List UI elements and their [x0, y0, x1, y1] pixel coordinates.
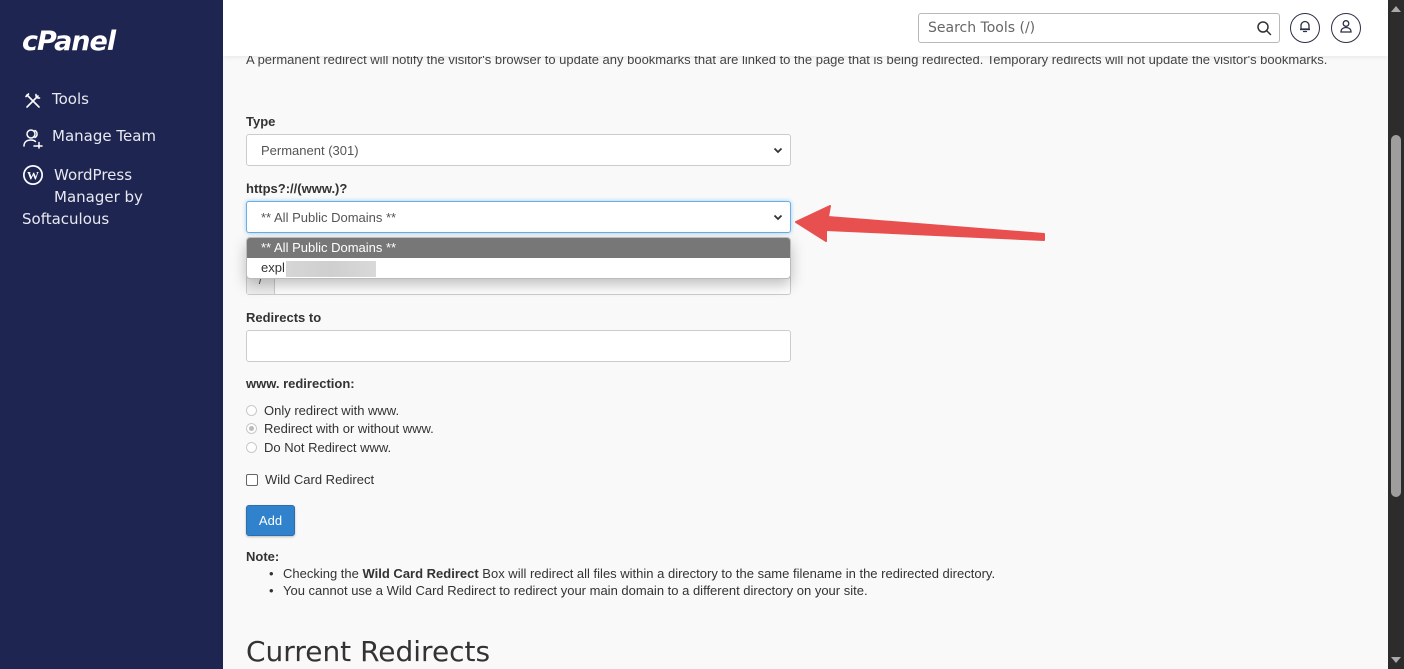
domain-option-label: expl — [261, 260, 285, 275]
domain-option[interactable]: expl — [247, 258, 790, 278]
sidebar-item-tools[interactable]: Tools — [22, 90, 89, 112]
scroll-down-arrow-icon[interactable] — [1391, 657, 1401, 663]
radio-label: Only redirect with www. — [264, 403, 400, 418]
wordpress-icon: W — [22, 164, 44, 186]
user-menu-button[interactable] — [1331, 13, 1361, 43]
type-label: Type — [246, 114, 276, 129]
wildcard-redirect-option[interactable]: Wild Card Redirect — [246, 472, 374, 487]
sidebar-item-label: Tools — [52, 90, 89, 108]
radio-label: Do Not Redirect www. — [264, 440, 392, 455]
search-tools-input[interactable] — [919, 14, 1249, 42]
wildcard-redirect-checkbox[interactable] — [246, 473, 258, 486]
redirects-to-input[interactable] — [246, 330, 791, 362]
radio-button[interactable] — [246, 442, 257, 453]
radio-button[interactable] — [246, 405, 257, 416]
current-redirects-heading: Current Redirects — [246, 635, 491, 668]
notifications-button[interactable] — [1290, 13, 1320, 43]
manage-team-icon — [22, 127, 44, 149]
chevron-down-icon — [772, 211, 784, 226]
domain-option[interactable]: ** All Public Domains ** — [247, 238, 790, 258]
note-item: You cannot use a Wild Card Redirect to r… — [266, 583, 995, 600]
note-item: Checking the Wild Card Redirect Box will… — [266, 566, 995, 583]
user-icon — [1339, 19, 1353, 38]
www-redirection-label: www. redirection: — [246, 376, 355, 391]
domain-select-value: ** All Public Domains ** — [261, 209, 397, 225]
redacted-text — [285, 260, 376, 277]
domain-dropdown-list: ** All Public Domains ** expl — [246, 237, 791, 279]
type-select-value: Permanent (301) — [261, 142, 359, 158]
sidebar: cPanel Tools Manage Team W WordPress Man… — [0, 0, 223, 669]
search-tools-box[interactable] — [918, 13, 1280, 43]
radio-label: Redirect with or without www. — [264, 421, 434, 436]
type-select[interactable]: Permanent (301) — [246, 134, 791, 166]
sidebar-item-wordpress-manager[interactable]: W WordPress Manager by Softaculous — [22, 164, 212, 230]
domain-select[interactable]: ** All Public Domains ** — [246, 201, 791, 233]
radio-only-with-www[interactable]: Only redirect with www. — [246, 403, 399, 418]
note-title: Note: — [246, 549, 280, 564]
top-header — [223, 0, 1388, 56]
sidebar-item-label: Softaculous — [22, 210, 110, 228]
annotation-arrow-icon — [795, 205, 1045, 242]
sidebar-item-manage-team[interactable]: Manage Team — [22, 127, 156, 149]
page-scrollbar[interactable] — [1388, 0, 1404, 669]
svg-text:W: W — [27, 169, 39, 183]
tools-icon — [22, 90, 44, 112]
bell-icon — [1298, 19, 1312, 38]
sidebar-item-label: Manage Team — [52, 127, 156, 145]
scroll-up-arrow-icon[interactable] — [1391, 6, 1401, 12]
note-list: Checking the Wild Card Redirect Box will… — [266, 566, 995, 599]
cpanel-logo[interactable]: cPanel — [22, 26, 116, 57]
redirects-to-label: Redirects to — [246, 310, 322, 325]
radio-button[interactable] — [246, 423, 257, 434]
radio-with-or-without-www[interactable]: Redirect with or without www. — [246, 421, 434, 436]
search-icon[interactable] — [1249, 20, 1279, 36]
scrollbar-thumb[interactable] — [1391, 135, 1401, 497]
add-button[interactable]: Add — [246, 505, 295, 536]
checkbox-label: Wild Card Redirect — [265, 472, 375, 487]
domain-label: https?://(www.)? — [246, 181, 348, 196]
sidebar-item-label: Manager by — [54, 188, 143, 206]
chevron-down-icon — [772, 144, 784, 159]
radio-do-not-redirect-www[interactable]: Do Not Redirect www. — [246, 440, 391, 455]
